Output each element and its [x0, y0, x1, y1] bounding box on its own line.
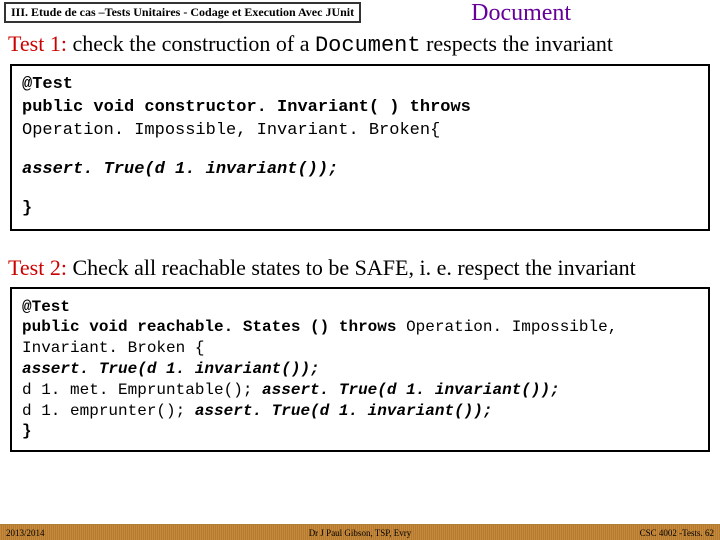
code-line: public void — [22, 318, 137, 336]
test1-codebox: @Test public void constructor. Invariant… — [10, 64, 710, 231]
footer-center: Dr J Paul Gibson, TSP, Evry — [0, 528, 720, 538]
code-line: throws — [339, 318, 406, 336]
test1-desc-before: check the construction of a — [67, 31, 315, 56]
section-label: III. Etude de cas –Tests Unitaires - Cod… — [4, 2, 361, 23]
code-line: throws — [410, 98, 471, 117]
code-line: assert. True(d 1. invariant()); — [22, 160, 338, 179]
test2-codebox: @Test public void reachable. States () t… — [10, 287, 710, 453]
code-line: Operation. Impossible, Invariant. Broken… — [22, 121, 440, 140]
test1-desc-after: respects the invariant — [421, 31, 613, 56]
code-line: Invariant. Broken { — [22, 339, 204, 357]
doc-title: Document — [471, 0, 571, 27]
test1-classname: Document — [315, 33, 421, 58]
test2-desc: Check all reachable states to be SAFE, i… — [67, 255, 636, 280]
code-line: assert. True(d 1. invariant()); — [22, 360, 320, 378]
code-line: @Test — [22, 75, 73, 94]
code-line: @Test — [22, 298, 70, 316]
code-line: Operation. Impossible, — [406, 318, 617, 336]
test2-name: Test 2: — [8, 255, 67, 280]
code-line: assert. True(d 1. invariant()); — [195, 402, 493, 420]
code-line: public void — [22, 98, 144, 117]
footer-left: 2013/2014 — [6, 528, 45, 538]
code-line: constructor. Invariant( ) — [144, 98, 409, 117]
code-line: assert. True(d 1. invariant()); — [262, 381, 560, 399]
header-row: III. Etude de cas –Tests Unitaires - Cod… — [0, 0, 720, 27]
test2-heading: Test 2: Check all reachable states to be… — [0, 251, 720, 287]
code-line: reachable. States () — [137, 318, 339, 336]
code-line: } — [22, 422, 32, 440]
footer-right: CSC 4002 -Tests. 62 — [640, 528, 714, 538]
code-line: d 1. emprunter(); — [22, 402, 195, 420]
test1-name: Test 1: — [8, 31, 67, 56]
test1-heading: Test 1: check the construction of a Docu… — [0, 27, 720, 64]
footer: 2013/2014 Dr J Paul Gibson, TSP, Evry CS… — [0, 524, 720, 540]
code-line: d 1. met. Empruntable(); — [22, 381, 262, 399]
code-line: } — [22, 199, 32, 218]
